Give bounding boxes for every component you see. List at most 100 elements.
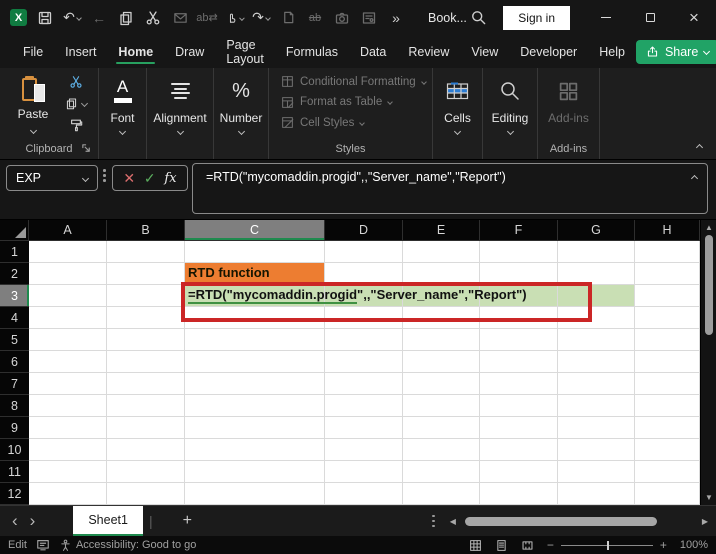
cell-b10[interactable] bbox=[107, 439, 185, 461]
row-header-12[interactable]: 12 bbox=[0, 483, 29, 505]
cell-c10[interactable] bbox=[185, 439, 325, 461]
cell-d12[interactable] bbox=[325, 483, 403, 505]
cell-f1[interactable] bbox=[480, 241, 558, 263]
cell-a10[interactable] bbox=[29, 439, 107, 461]
translate-icon[interactable]: ab⇄ bbox=[196, 9, 217, 27]
cell-d9[interactable] bbox=[325, 417, 403, 439]
cut-icon[interactable] bbox=[144, 9, 162, 27]
cells-button[interactable]: Cells bbox=[433, 68, 482, 159]
accessibility-status[interactable]: Accessibility: Good to go bbox=[59, 539, 196, 552]
cell-h8[interactable] bbox=[635, 395, 700, 417]
cell-g11[interactable] bbox=[558, 461, 635, 483]
sheet-options-grip[interactable] bbox=[432, 514, 435, 528]
tab-help[interactable]: Help bbox=[588, 35, 636, 68]
cell-c1[interactable] bbox=[185, 241, 325, 263]
cell-f12[interactable] bbox=[480, 483, 558, 505]
format-painter-button[interactable] bbox=[69, 118, 83, 132]
column-header-a[interactable]: A bbox=[29, 220, 107, 241]
cell-f2[interactable] bbox=[480, 263, 558, 285]
cell-d2[interactable] bbox=[325, 263, 403, 285]
cell-d7[interactable] bbox=[325, 373, 403, 395]
cell-a12[interactable] bbox=[29, 483, 107, 505]
cell-g1[interactable] bbox=[558, 241, 635, 263]
sign-in-button[interactable]: Sign in bbox=[503, 5, 570, 30]
camera-icon[interactable] bbox=[333, 9, 351, 27]
cut-button[interactable] bbox=[69, 75, 83, 89]
cell-f11[interactable] bbox=[480, 461, 558, 483]
tab-formulas[interactable]: Formulas bbox=[275, 35, 349, 68]
cell-c8[interactable] bbox=[185, 395, 325, 417]
add-sheet-button[interactable]: + bbox=[183, 512, 192, 530]
cell-e11[interactable] bbox=[403, 461, 480, 483]
next-sheet-icon[interactable]: › bbox=[30, 507, 48, 535]
collapse-formula-bar-icon[interactable] bbox=[690, 174, 699, 183]
row-header-3[interactable]: 3 bbox=[0, 285, 29, 307]
cell-h2[interactable] bbox=[635, 263, 700, 285]
cell-a5[interactable] bbox=[29, 329, 107, 351]
cell-h5[interactable] bbox=[635, 329, 700, 351]
cell-g3[interactable] bbox=[558, 285, 635, 307]
cell-e9[interactable] bbox=[403, 417, 480, 439]
cell-h4[interactable] bbox=[635, 307, 700, 329]
cell-a3[interactable] bbox=[29, 285, 107, 307]
cell-c3[interactable]: =RTD("mycomaddin.progid",,"Server_name",… bbox=[185, 285, 527, 307]
row-header-9[interactable]: 9 bbox=[0, 417, 29, 439]
cell-e6[interactable] bbox=[403, 351, 480, 373]
cell-g12[interactable] bbox=[558, 483, 635, 505]
redo-icon[interactable]: ↷ bbox=[252, 9, 271, 27]
insert-function-icon[interactable]: fx bbox=[164, 171, 176, 186]
zoom-slider-thumb[interactable] bbox=[606, 540, 609, 550]
cell-f7[interactable] bbox=[480, 373, 558, 395]
zoom-level[interactable]: 100% bbox=[680, 539, 708, 551]
zoom-slider[interactable] bbox=[560, 540, 653, 550]
normal-view-icon[interactable] bbox=[469, 539, 482, 552]
sheet-tab-sheet1[interactable]: Sheet1 bbox=[73, 506, 143, 536]
row-header-10[interactable]: 10 bbox=[0, 439, 29, 461]
cell-b1[interactable] bbox=[107, 241, 185, 263]
cell-e2[interactable] bbox=[403, 263, 480, 285]
vertical-scrollbar[interactable]: ▲ ▼ bbox=[700, 220, 716, 505]
cell-a4[interactable] bbox=[29, 307, 107, 329]
row-header-6[interactable]: 6 bbox=[0, 351, 29, 373]
row-header-8[interactable]: 8 bbox=[0, 395, 29, 417]
cell-d4[interactable] bbox=[325, 307, 403, 329]
clipboard-dialog-launcher[interactable] bbox=[81, 143, 92, 154]
column-header-h[interactable]: H bbox=[635, 220, 700, 241]
cell-e10[interactable] bbox=[403, 439, 480, 461]
copy-icon[interactable] bbox=[117, 9, 135, 27]
vertical-scroll-thumb[interactable] bbox=[705, 235, 713, 335]
excel-logo-icon[interactable]: X bbox=[10, 9, 27, 26]
cell-b4[interactable] bbox=[107, 307, 185, 329]
cell-g4[interactable] bbox=[558, 307, 635, 329]
cell-b3[interactable] bbox=[107, 285, 185, 307]
scroll-left-icon[interactable]: ◀ bbox=[450, 517, 456, 526]
page-layout-view-icon[interactable] bbox=[495, 539, 508, 552]
new-file-icon[interactable] bbox=[279, 9, 297, 27]
row-header-11[interactable]: 11 bbox=[0, 461, 29, 483]
cell-b2[interactable] bbox=[107, 263, 185, 285]
tab-home[interactable]: Home bbox=[107, 35, 164, 68]
cell-d8[interactable] bbox=[325, 395, 403, 417]
cell-a2[interactable] bbox=[29, 263, 107, 285]
mail-icon[interactable] bbox=[171, 9, 189, 27]
share-button[interactable]: Share bbox=[635, 39, 716, 64]
display-settings-icon[interactable] bbox=[36, 538, 50, 552]
cell-c7[interactable] bbox=[185, 373, 325, 395]
tab-view[interactable]: View bbox=[460, 35, 509, 68]
zoom-out-icon[interactable]: − bbox=[547, 539, 554, 551]
collapse-ribbon-icon[interactable] bbox=[695, 143, 704, 152]
column-header-d[interactable]: D bbox=[325, 220, 403, 241]
number-button[interactable]: % Number bbox=[214, 68, 268, 159]
cell-g6[interactable] bbox=[558, 351, 635, 373]
cell-c11[interactable] bbox=[185, 461, 325, 483]
tab-data[interactable]: Data bbox=[349, 35, 397, 68]
name-manager-icon[interactable] bbox=[360, 9, 378, 27]
cell-g2[interactable] bbox=[558, 263, 635, 285]
cell-a7[interactable] bbox=[29, 373, 107, 395]
cell-g7[interactable] bbox=[558, 373, 635, 395]
back-icon[interactable]: ← bbox=[90, 9, 108, 27]
cell-h6[interactable] bbox=[635, 351, 700, 373]
maximize-button[interactable] bbox=[628, 0, 672, 35]
horizontal-scrollbar[interactable] bbox=[464, 516, 693, 526]
more-commands-icon[interactable]: » bbox=[387, 9, 405, 27]
